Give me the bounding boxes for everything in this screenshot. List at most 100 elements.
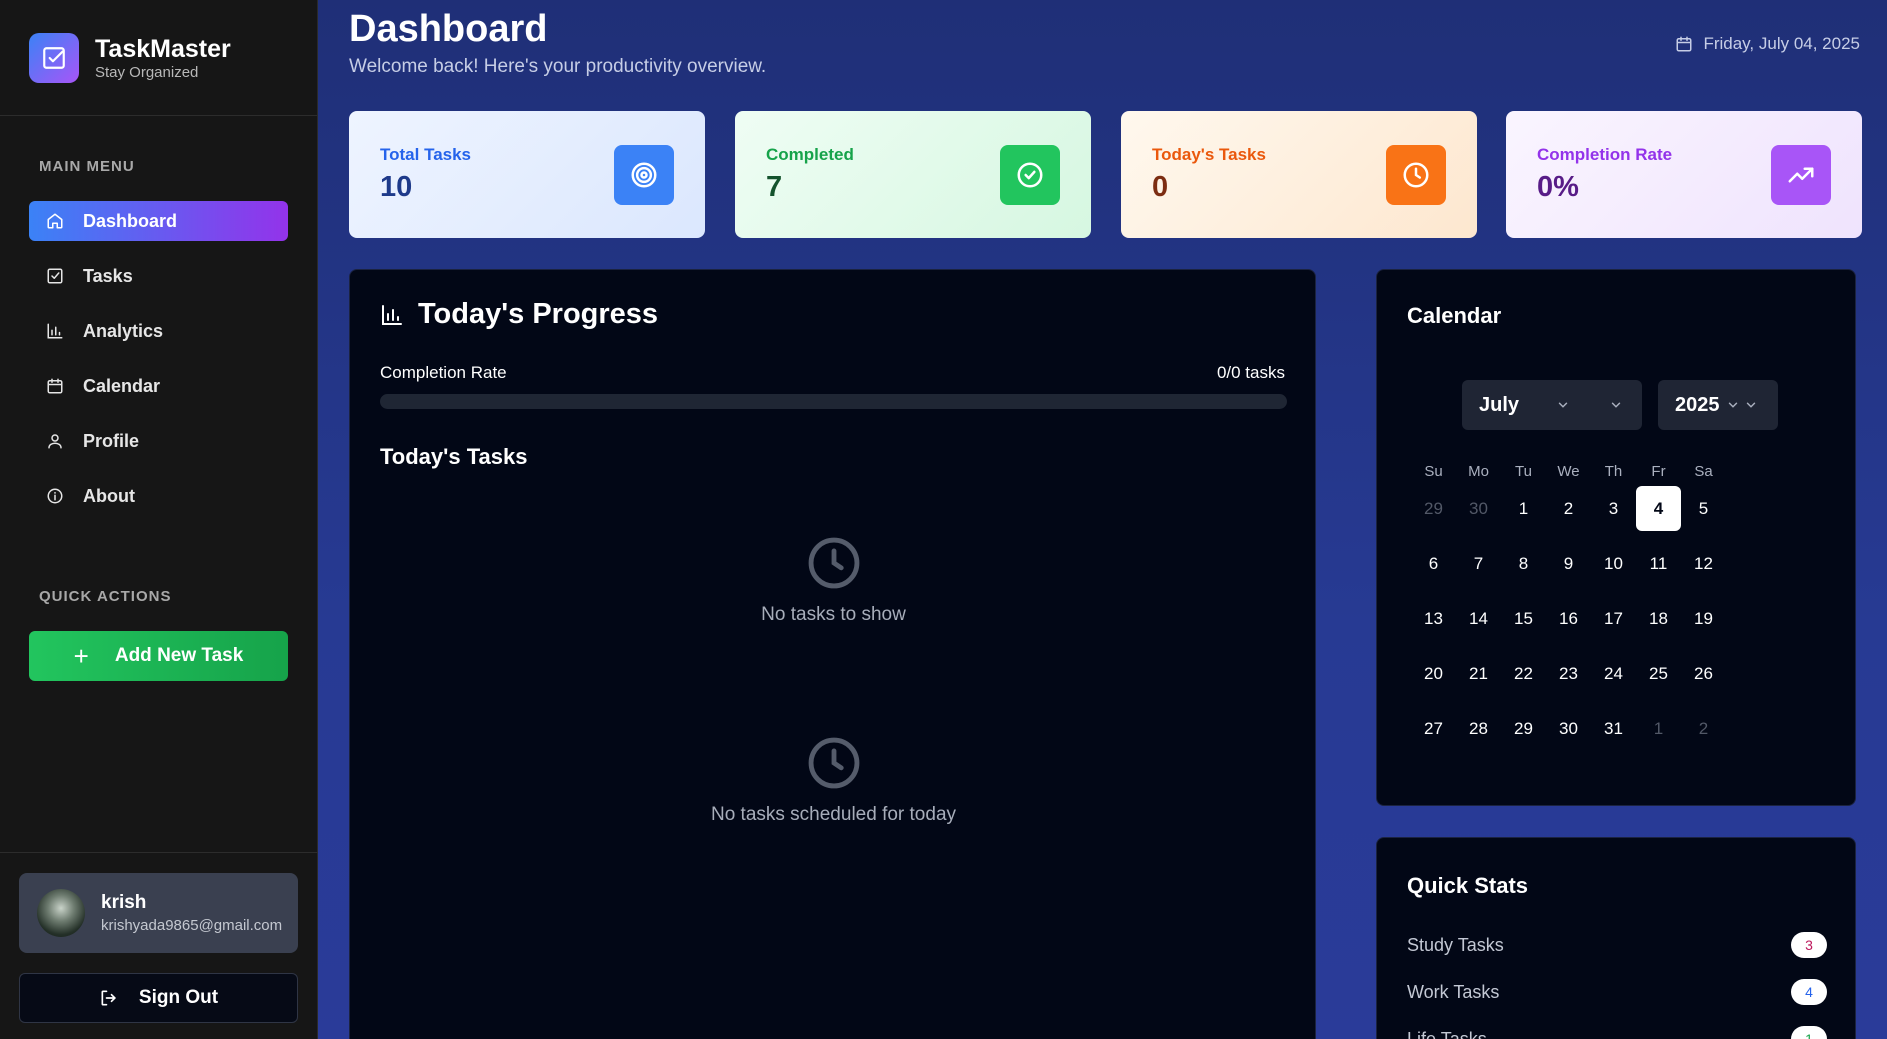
page-title: Dashboard (349, 8, 548, 50)
calendar-day[interactable]: 6 (1411, 541, 1456, 586)
quick-stat-row: Study Tasks 3 (1407, 932, 1827, 958)
calendar-day[interactable]: 14 (1456, 596, 1501, 641)
calendar-day[interactable]: 15 (1501, 596, 1546, 641)
calendar-day[interactable]: 22 (1501, 651, 1546, 696)
calendar-day[interactable]: 1 (1636, 706, 1681, 751)
calendar-day[interactable]: 30 (1546, 706, 1591, 751)
home-icon (43, 209, 67, 233)
trending-up-icon (1771, 144, 1831, 205)
weekday-header: Su (1424, 463, 1443, 480)
calendar-day[interactable]: 24 (1591, 651, 1636, 696)
calendar-title: Calendar (1407, 303, 1502, 328)
calendar-day[interactable]: 29 (1501, 706, 1546, 751)
progress-title: Today's Progress (380, 298, 658, 331)
weekday-header: Tu (1515, 463, 1532, 480)
calendar-day[interactable]: 2 (1681, 706, 1726, 751)
page-subtitle: Welcome back! Here's your productivity o… (349, 56, 767, 77)
calendar-day[interactable]: 16 (1546, 596, 1591, 641)
calendar-icon (43, 374, 67, 398)
sidebar-item-analytics[interactable]: Analytics (29, 311, 288, 351)
calendar-day[interactable]: 28 (1456, 706, 1501, 751)
completion-progress-bar (380, 394, 1287, 409)
calendar-day[interactable]: 20 (1411, 651, 1456, 696)
sidebar-item-tasks[interactable]: Tasks (29, 256, 288, 296)
calendar-day[interactable]: 27 (1411, 706, 1456, 751)
plus-icon: + (73, 640, 89, 671)
calendar-day[interactable]: 17 (1591, 596, 1636, 641)
sidebar-item-label: Dashboard (83, 210, 178, 231)
completion-rate-value: 0/0 tasks (1216, 363, 1285, 382)
calendar-day[interactable]: 7 (1456, 541, 1501, 586)
stat-label: Total Tasks (380, 145, 472, 164)
chevron-down-icon (1744, 398, 1758, 412)
calendar-day[interactable]: 30 (1456, 486, 1501, 531)
calendar-day[interactable]: 18 (1636, 596, 1681, 641)
year-select[interactable]: 2025 (1658, 380, 1778, 430)
clock-icon (350, 534, 1317, 592)
quick-stat-label: Study Tasks (1407, 934, 1504, 955)
calendar-day[interactable]: 25 (1636, 651, 1681, 696)
calendar-day[interactable]: 29 (1411, 486, 1456, 531)
year-select-value: 2025 (1675, 393, 1720, 416)
sidebar-item-profile[interactable]: Profile (29, 421, 288, 461)
calendar-day[interactable]: 12 (1681, 541, 1726, 586)
sidebar-item-label: Profile (83, 430, 140, 451)
calendar-day[interactable]: 26 (1681, 651, 1726, 696)
add-new-task-label: Add New Task (114, 645, 244, 666)
calendar-day[interactable]: 5 (1681, 486, 1726, 531)
target-icon (614, 144, 674, 205)
stat-card-completed[interactable]: Completed 7 (735, 111, 1091, 238)
calendar-panel: Calendar July 2025 Su Mo Tu We Th Fr Sa 29 30 1 2 3… (1376, 269, 1856, 806)
chevron-down-icon (1556, 398, 1570, 412)
calendar-day[interactable]: 10 (1591, 541, 1636, 586)
calendar-day[interactable]: 8 (1501, 541, 1546, 586)
calendar-day[interactable]: 2 (1546, 486, 1591, 531)
completion-rate-label: Completion Rate (380, 363, 507, 382)
calendar-day[interactable]: 13 (1411, 596, 1456, 641)
stat-value: 0 (1152, 171, 1169, 203)
stat-label: Completed (766, 145, 854, 164)
stat-card-todays-tasks[interactable]: Today's Tasks 0 (1121, 111, 1477, 238)
quick-stat-row: Work Tasks 4 (1407, 979, 1827, 1005)
sidebar-item-label: About (83, 485, 135, 506)
chevron-down-icon (1609, 398, 1623, 412)
sign-out-label: Sign Out (138, 987, 219, 1008)
calendar-day[interactable]: 19 (1681, 596, 1726, 641)
brand[interactable]: TaskMaster Stay Organized (0, 0, 317, 116)
empty-message: No tasks scheduled for today (710, 804, 957, 825)
sidebar: TaskMaster Stay Organized MAIN MENU Dash… (0, 0, 318, 1039)
stat-card-total-tasks[interactable]: Total Tasks 10 (349, 111, 705, 238)
sidebar-item-calendar[interactable]: Calendar (29, 366, 288, 406)
sidebar-item-label: Tasks (83, 265, 133, 286)
month-select[interactable]: July (1462, 380, 1642, 430)
app-logo-icon (29, 32, 79, 83)
sidebar-item-label: Calendar (83, 375, 161, 396)
calendar-day[interactable]: 11 (1636, 541, 1681, 586)
clock-icon (1386, 144, 1446, 205)
sign-out-button[interactable]: Sign Out (19, 973, 298, 1023)
calendar-day[interactable]: 1 (1501, 486, 1546, 531)
weekday-header: Fr (1651, 463, 1666, 480)
calendar-day-selected[interactable]: 4 (1636, 486, 1681, 531)
quick-stat-row: Life Tasks 1 (1407, 1026, 1827, 1039)
calendar-day[interactable]: 23 (1546, 651, 1591, 696)
add-new-task-button[interactable]: + Add New Task (29, 631, 288, 681)
todays-progress-panel: Today's Progress Completion Rate 0/0 tas… (349, 269, 1316, 1039)
stat-card-completion-rate[interactable]: Completion Rate 0% (1506, 111, 1862, 238)
sidebar-item-about[interactable]: About (29, 476, 288, 516)
calendar-day[interactable]: 31 (1591, 706, 1636, 751)
calendar-day[interactable]: 9 (1546, 541, 1591, 586)
calendar-day[interactable]: 21 (1456, 651, 1501, 696)
sidebar-divider (0, 852, 318, 853)
stat-label: Completion Rate (1537, 145, 1673, 164)
calendar-day[interactable]: 3 (1591, 486, 1636, 531)
app-name: TaskMaster (95, 34, 231, 63)
sign-out-icon (99, 988, 119, 1008)
stat-value: 10 (380, 171, 413, 203)
user-card[interactable]: krish krishyada9865@gmail.com (19, 873, 298, 953)
stat-value: 7 (766, 171, 783, 203)
app-tagline: Stay Organized (95, 63, 199, 81)
stat-value: 0% (1537, 171, 1579, 203)
sidebar-item-dashboard[interactable]: Dashboard (29, 201, 288, 241)
avatar (37, 889, 85, 937)
